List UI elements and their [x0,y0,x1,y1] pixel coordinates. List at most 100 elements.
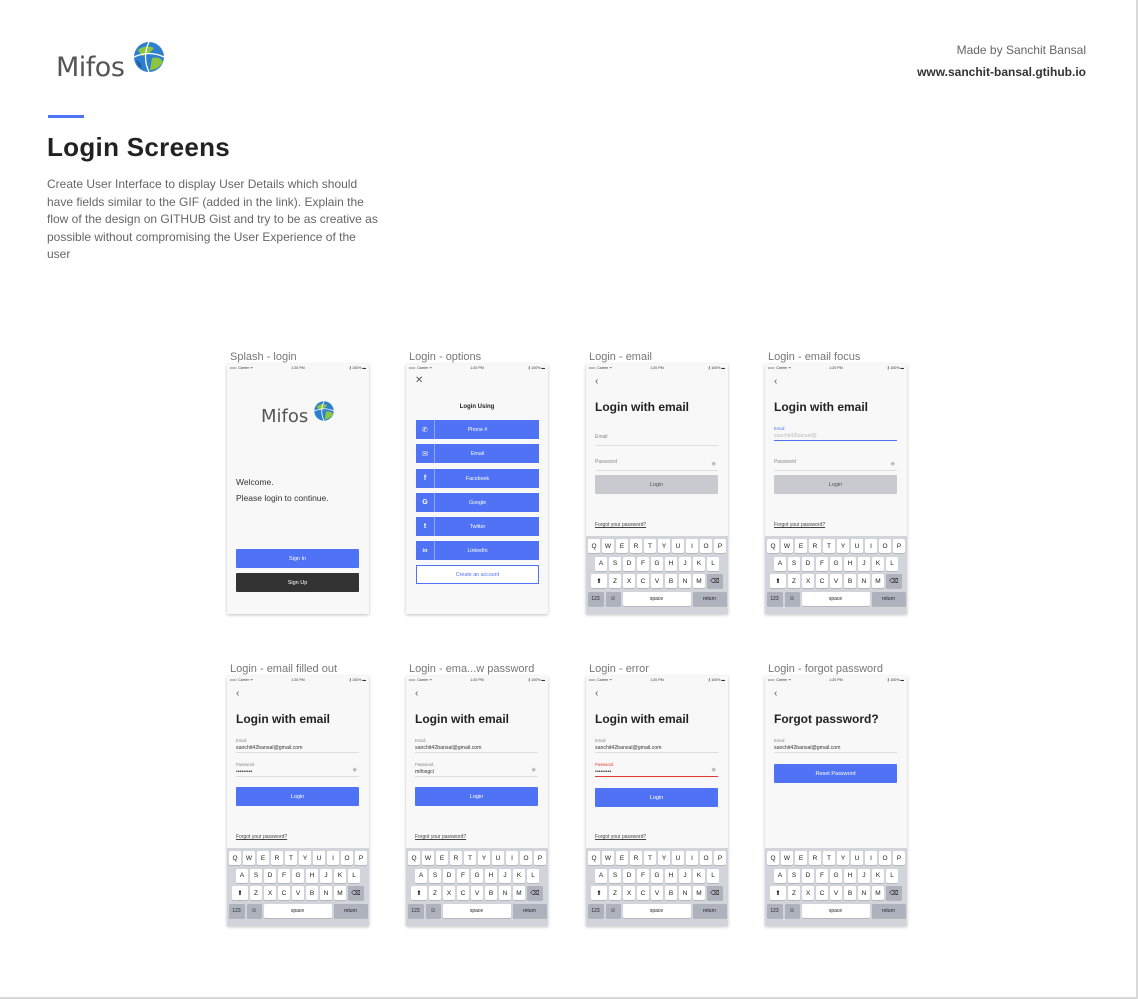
key-e[interactable]: E [795,539,807,553]
key-q[interactable]: Q [588,851,600,865]
key-i[interactable]: I [506,851,518,865]
key-o[interactable]: O [520,851,532,865]
key-y[interactable]: Y [478,851,490,865]
key-e[interactable]: E [616,851,628,865]
key-w[interactable]: W [781,851,793,865]
key-v[interactable]: V [830,886,842,900]
key-z[interactable]: Z [429,886,441,900]
key-l[interactable]: L [527,868,539,883]
key-v[interactable]: V [830,574,842,588]
numbers-key[interactable]: 123 [766,591,783,606]
key-d[interactable]: D [623,556,635,571]
key-s[interactable]: S [788,556,800,571]
key-m[interactable]: M [513,886,525,900]
key-u[interactable]: U [851,851,863,865]
email-field[interactable]: Email sanchit42bansal@gmail.com [415,738,538,753]
numbers-key[interactable]: 123 [228,903,245,918]
key-n[interactable]: N [679,574,691,588]
key-q[interactable]: Q [767,539,779,553]
key-z[interactable]: Z [609,574,621,588]
key-x[interactable]: X [443,886,455,900]
backspace-key[interactable]: ⌫ [527,886,543,900]
numbers-key[interactable]: 123 [587,903,604,918]
key-q[interactable]: Q [767,851,779,865]
key-p[interactable]: P [714,539,726,553]
key-l[interactable]: L [886,556,898,571]
key-a[interactable]: A [595,868,607,883]
key-m[interactable]: M [693,886,705,900]
key-c[interactable]: C [637,886,649,900]
key-j[interactable]: J [858,868,870,883]
key-n[interactable]: N [858,886,870,900]
key-k[interactable]: K [872,556,884,571]
key-h[interactable]: H [844,556,856,571]
password-field[interactable]: Password ••••••••• ◉ [236,762,359,777]
key-t[interactable]: T [644,851,656,865]
forgot-password-link[interactable]: Forgot your password? [595,834,646,840]
reset-password-button[interactable]: Reset Password [774,764,897,783]
key-s[interactable]: S [429,868,441,883]
key-m[interactable]: M [872,574,884,588]
key-b[interactable]: B [665,886,677,900]
key-n[interactable]: N [858,574,870,588]
key-l[interactable]: L [707,556,719,571]
key-k[interactable]: K [693,868,705,883]
shift-key[interactable]: ⬆ [770,574,786,588]
shift-key[interactable]: ⬆ [591,886,607,900]
key-g[interactable]: G [651,868,663,883]
emoji-key[interactable]: ☺ [784,903,800,918]
key-o[interactable]: O [879,851,891,865]
key-k[interactable]: K [693,556,705,571]
key-v[interactable]: V [651,886,663,900]
forgot-password-link[interactable]: Forgot your password? [595,522,646,528]
shift-key[interactable]: ⬆ [232,886,248,900]
key-c[interactable]: C [816,574,828,588]
backspace-key[interactable]: ⌫ [707,574,723,588]
key-o[interactable]: O [879,539,891,553]
backspace-key[interactable]: ⌫ [707,886,723,900]
key-m[interactable]: M [334,886,346,900]
key-u[interactable]: U [672,851,684,865]
key-z[interactable]: Z [788,886,800,900]
login-google-button[interactable]: G Google [416,493,539,512]
key-b[interactable]: B [485,886,497,900]
sign-up-button[interactable]: Sign Up [236,573,359,592]
key-e[interactable]: E [616,539,628,553]
login-twitter-button[interactable]: t Twitter [416,517,539,536]
sign-in-button[interactable]: Sign In [236,549,359,568]
space-key[interactable]: space [622,903,691,918]
key-a[interactable]: A [595,556,607,571]
key-k[interactable]: K [513,868,525,883]
key-i[interactable]: I [327,851,339,865]
close-icon[interactable]: ✕ [415,375,423,386]
eye-icon[interactable]: ◉ [532,767,536,773]
key-i[interactable]: I [686,851,698,865]
key-f[interactable]: F [816,556,828,571]
return-key[interactable]: return [871,591,906,606]
key-k[interactable]: K [334,868,346,883]
backspace-key[interactable]: ⌫ [886,574,902,588]
key-p[interactable]: P [893,851,905,865]
back-icon[interactable]: ‹ [236,689,239,699]
key-c[interactable]: C [457,886,469,900]
key-s[interactable]: S [609,556,621,571]
website-link[interactable]: www.sanchit-bansal.gtihub.io [917,65,1086,79]
key-b[interactable]: B [665,574,677,588]
key-r[interactable]: R [809,851,821,865]
key-q[interactable]: Q [588,539,600,553]
space-key[interactable]: space [263,903,332,918]
return-key[interactable]: return [333,903,368,918]
key-t[interactable]: T [464,851,476,865]
key-f[interactable]: F [457,868,469,883]
login-button[interactable]: Login [415,787,538,806]
password-field-error[interactable]: Password ••••••••• ◉ [595,762,718,777]
emoji-key[interactable]: ☺ [784,591,800,606]
key-x[interactable]: X [264,886,276,900]
email-field[interactable]: Email sanchit42bansal@gmail.com [774,738,897,753]
key-x[interactable]: X [623,574,635,588]
forgot-password-link[interactable]: Forgot your password? [774,522,825,528]
key-g[interactable]: G [830,868,842,883]
back-icon[interactable]: ‹ [595,689,598,699]
key-q[interactable]: Q [229,851,241,865]
key-h[interactable]: H [665,868,677,883]
